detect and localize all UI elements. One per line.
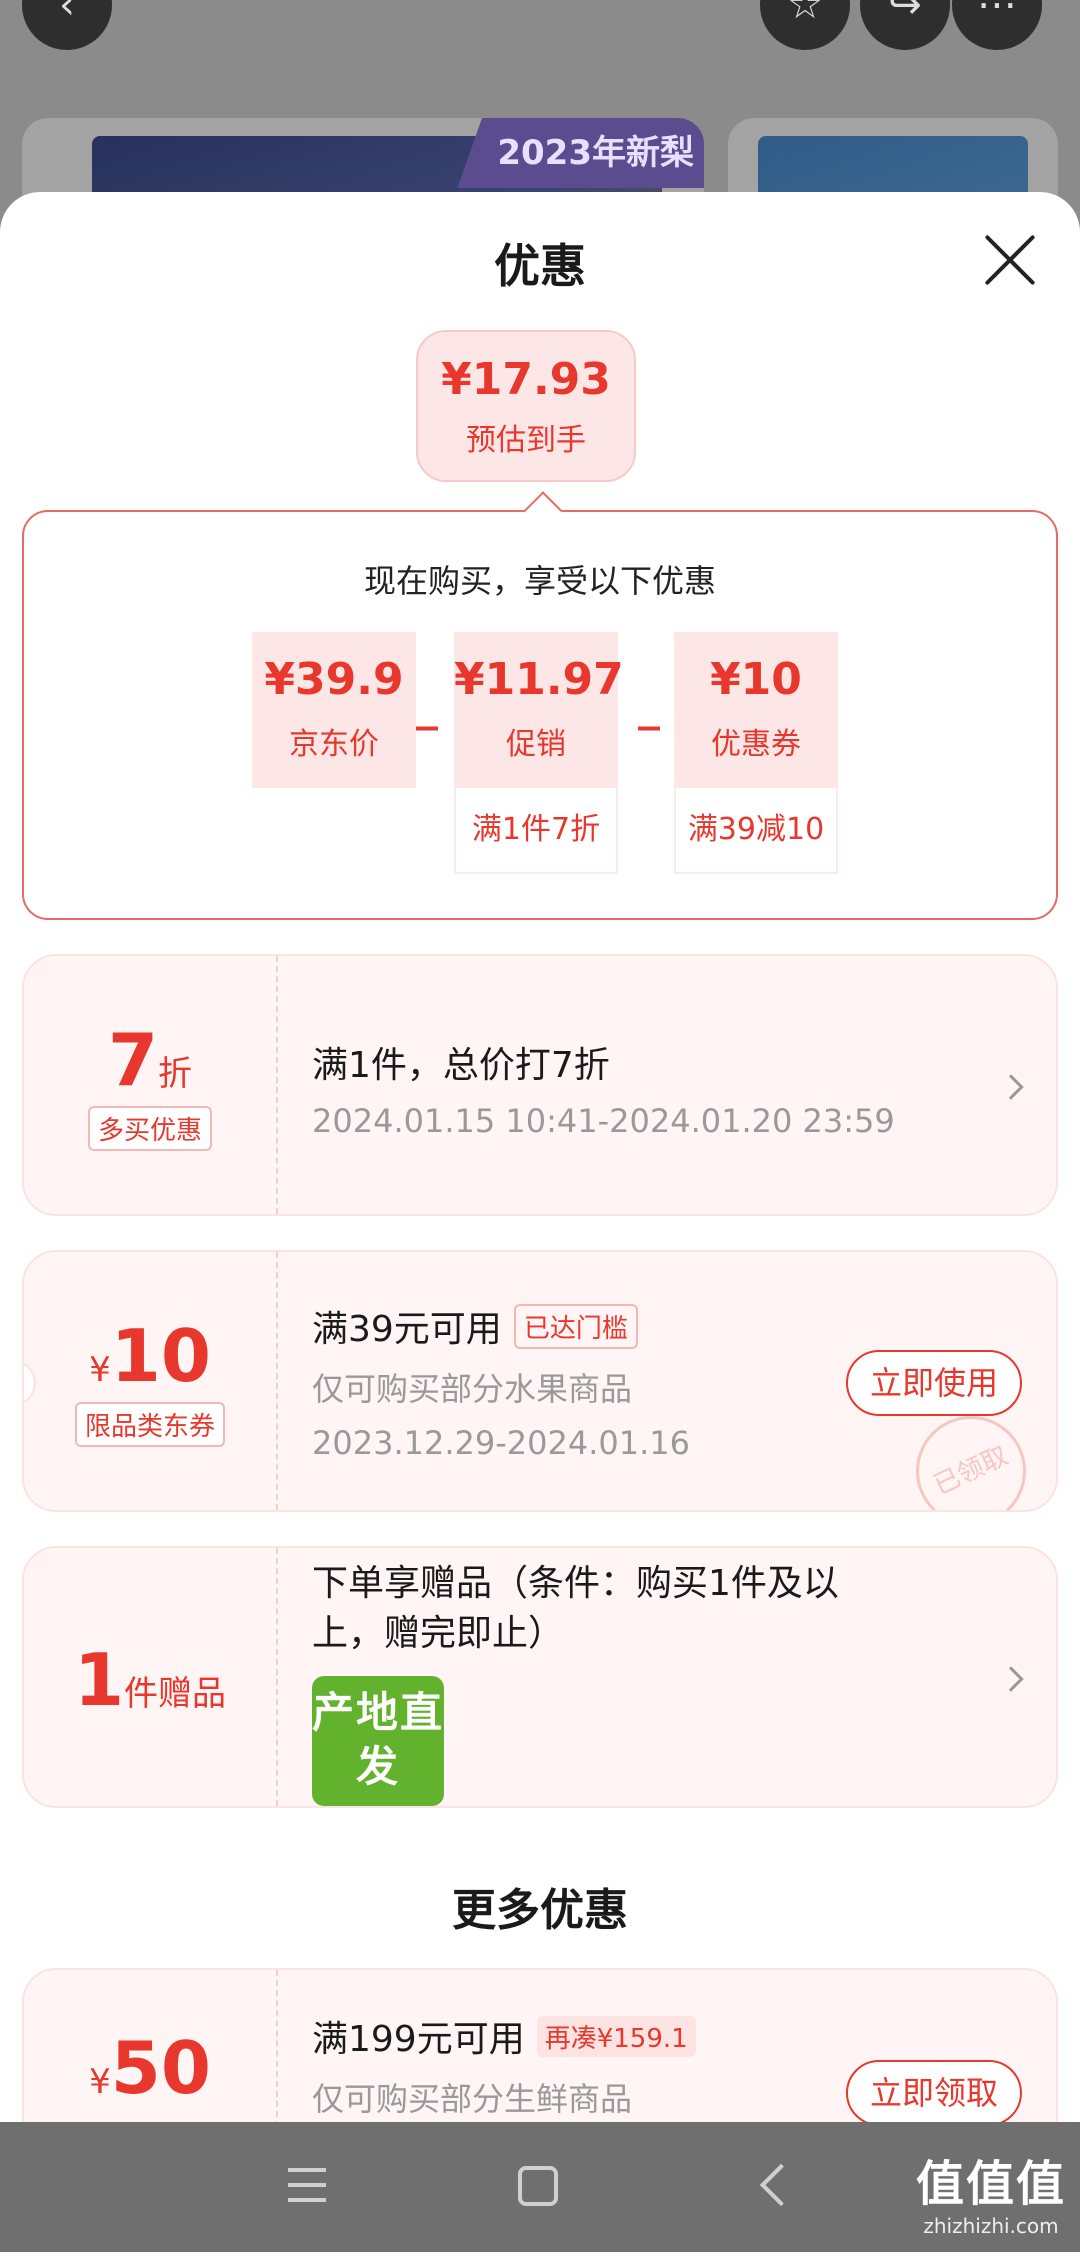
currency-symbol: ¥	[89, 2062, 111, 2102]
offer-left: 1件赠品	[24, 1548, 276, 1806]
card-divider	[276, 1548, 278, 1806]
breakdown-value: ¥11.97	[454, 654, 624, 705]
breakdown-label: 优惠券	[711, 727, 801, 762]
offer-card-gift[interactable]: 1件赠品 下单享赠品（条件：购买1件及以 上，赠完即止） 产地直发	[22, 1546, 1058, 1808]
shortfall-badge: 再凑¥159.1	[536, 2016, 696, 2057]
back-icon[interactable]: ‹	[22, 0, 112, 50]
card-divider	[276, 1252, 278, 1510]
minus-sign: _	[638, 680, 660, 731]
gift-count: 1	[73, 1638, 125, 1722]
breakdown-value: ¥10	[710, 654, 802, 705]
currency-symbol: ¥	[89, 1350, 111, 1390]
breakdown-label: 京东价	[289, 727, 379, 762]
coupon-amount: 10	[110, 1314, 211, 1398]
more-offers-title: 更多优惠	[452, 1885, 628, 1936]
offer-card-multibuy[interactable]: 7折 多买优惠 满1件，总价打7折 2024.01.15 10:41-2024.…	[22, 954, 1058, 1216]
claim-now-button[interactable]: 立即领取	[846, 2060, 1022, 2122]
breakdown-item-coupon: ¥10 优惠券	[674, 632, 838, 788]
origin-direct-logo: 产地直发	[312, 1676, 444, 1806]
back-nav-icon[interactable]	[759, 2163, 803, 2207]
minus-sign: _	[416, 680, 438, 731]
price-breakdown: 现在购买，享受以下优惠 ¥39.9 京东价 _ ¥11.97 促销 满1件7折 …	[22, 491, 1058, 920]
watermark-logo: 值值值	[915, 2156, 1066, 2212]
breakdown-pointer	[523, 491, 563, 531]
more-icon[interactable]: ⋯	[952, 0, 1042, 50]
estimated-price: ¥17.93	[441, 354, 611, 405]
breakdown-sub: 满39减10	[674, 788, 838, 874]
gift-title-line2: 上，赠完即止）	[312, 1613, 565, 1654]
system-nav-bar: 值值值 zhizhizhi.com	[0, 2122, 1080, 2252]
card-divider	[276, 956, 278, 1214]
offer-tag: 限品类东券	[74, 1402, 225, 1447]
chevron-right-icon	[998, 1666, 1024, 1692]
offer-scope: 仅可购买部分水果商品	[312, 1370, 633, 1408]
breakdown-title: 现在购买，享受以下优惠	[363, 562, 716, 600]
breakdown-value: ¥39.9	[264, 654, 404, 705]
offer-title: 满39元可用 已达门槛	[312, 1300, 638, 1352]
product-banner: 2023年新梨	[457, 118, 704, 188]
breakdown-item-promotion: ¥11.97 促销	[454, 632, 624, 788]
offer-title-text: 满39元可用	[312, 1309, 502, 1350]
estimated-price-box: ¥17.93 预估到手	[416, 330, 636, 482]
breakdown-sub: 满1件7折	[454, 788, 618, 874]
more-coupon-card: ¥50 满199元可用 再凑¥159.1 仅可购买部分生鲜商品 立即领取	[22, 1968, 1058, 2122]
breakdown-item-jd-price: ¥39.9 京东价	[252, 632, 416, 788]
chevron-right-icon	[998, 1074, 1024, 1100]
recent-apps-icon[interactable]	[288, 2168, 326, 2202]
offer-title: 满1件，总价打7折	[312, 1045, 610, 1086]
offer-title-text: 满199元可用	[312, 2019, 525, 2060]
breakdown-label: 促销	[506, 727, 566, 762]
gift-title-line1: 下单享赠品（条件：购买1件及以	[312, 1563, 839, 1604]
estimated-price-label: 预估到手	[466, 423, 586, 458]
offer-discount: 7	[107, 1018, 159, 1102]
offer-left: ¥10 限品类东券	[24, 1252, 276, 1510]
sheet-title: 优惠	[494, 239, 586, 293]
watermark-url: zhizhizhi.com	[923, 2214, 1059, 2238]
threshold-badge: 已达门槛	[513, 1304, 638, 1349]
favorite-icon[interactable]: ☆	[760, 0, 850, 50]
home-icon[interactable]	[518, 2166, 558, 2206]
offer-unit: 折	[158, 1054, 193, 1094]
close-icon[interactable]	[982, 232, 1038, 288]
gift-unit: 件赠品	[124, 1674, 227, 1714]
card-divider	[276, 1970, 278, 2122]
offer-title: 满199元可用 再凑¥159.1	[312, 2010, 696, 2062]
offer-scope: 仅可购买部分生鲜商品	[312, 2080, 633, 2118]
offer-left: 7折 多买优惠	[24, 956, 276, 1214]
use-now-button[interactable]: 立即使用	[846, 1350, 1022, 1416]
discount-sheet: 优惠 ¥17.93 预估到手 现在购买，享受以下优惠 ¥39.9 京东价 _ ¥…	[0, 192, 1080, 2122]
share-icon[interactable]: ↪	[860, 0, 950, 50]
offer-left: ¥50	[24, 1970, 276, 2122]
offer-period: 2024.01.15 10:41-2024.01.20 23:59	[312, 1102, 895, 1140]
watermark: 值值值 zhizhizhi.com	[916, 2144, 1066, 2238]
offer-card-coupon: ¥10 限品类东券 满39元可用 已达门槛 仅可购买部分水果商品 2023.12.…	[22, 1250, 1058, 1512]
offer-period: 2023.12.29-2024.01.16	[312, 1424, 690, 1462]
offer-tag: 多买优惠	[87, 1106, 212, 1151]
coupon-amount: 50	[110, 2026, 211, 2110]
